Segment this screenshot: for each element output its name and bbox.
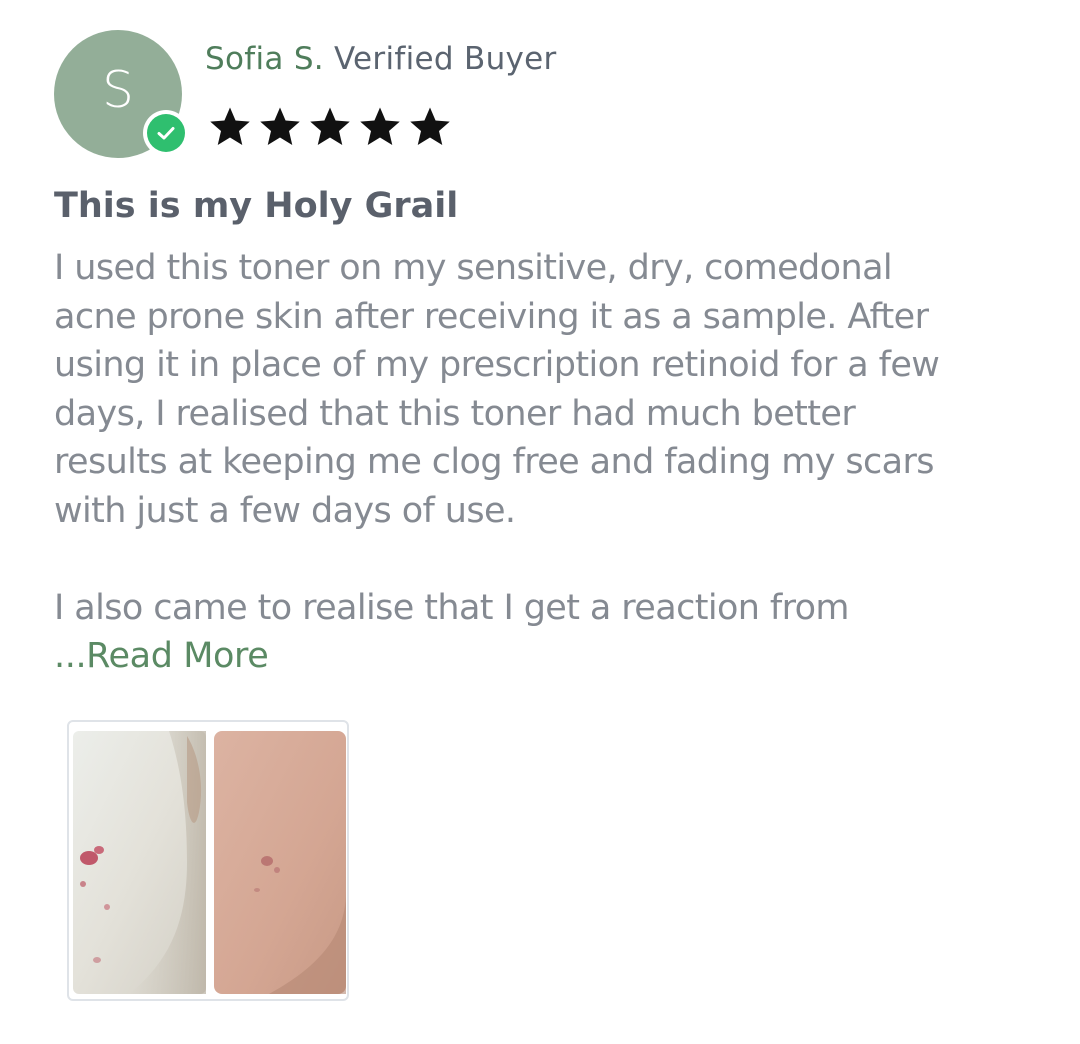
- review-title: This is my Holy Grail: [54, 186, 459, 226]
- review-body-line: acne prone skin after receiving it as a …: [54, 296, 929, 337]
- star-icon: [260, 107, 300, 146]
- avatar-initial: S: [102, 61, 134, 119]
- review-body-line: I used this toner on my sensitive, dry, …: [54, 248, 893, 288]
- star-icon: [310, 107, 350, 146]
- review-body-line: results at keeping me clog free and fadi…: [54, 442, 935, 482]
- verified-badge: [143, 110, 189, 156]
- read-more-link[interactable]: ...Read More: [54, 632, 269, 680]
- review-photo-thumbnail[interactable]: [67, 720, 349, 1001]
- star-icon: [360, 107, 400, 146]
- review-body-line: I also came to realise that I get a reac…: [54, 587, 850, 628]
- check-circle-icon: [147, 114, 185, 152]
- author-name: Sofia S.: [205, 41, 324, 77]
- star-icon: [210, 107, 250, 146]
- review-card: S Sofia S. Verified Buyer This is my Holy…: [0, 0, 1080, 1044]
- before-after-photo: [73, 731, 346, 994]
- author-line: Sofia S. Verified Buyer: [205, 38, 557, 80]
- star-rating: [207, 104, 453, 150]
- review-body-line: with just a few days of use.: [54, 490, 516, 531]
- star-icon: [410, 107, 450, 146]
- review-body-line: using it in place of my prescription ret…: [54, 345, 940, 385]
- verified-buyer-label: Verified Buyer: [333, 41, 557, 77]
- review-body-line: days, I realised that this toner had muc…: [54, 393, 856, 434]
- review-body: I used this toner on my sensitive, dry, …: [54, 244, 1054, 632]
